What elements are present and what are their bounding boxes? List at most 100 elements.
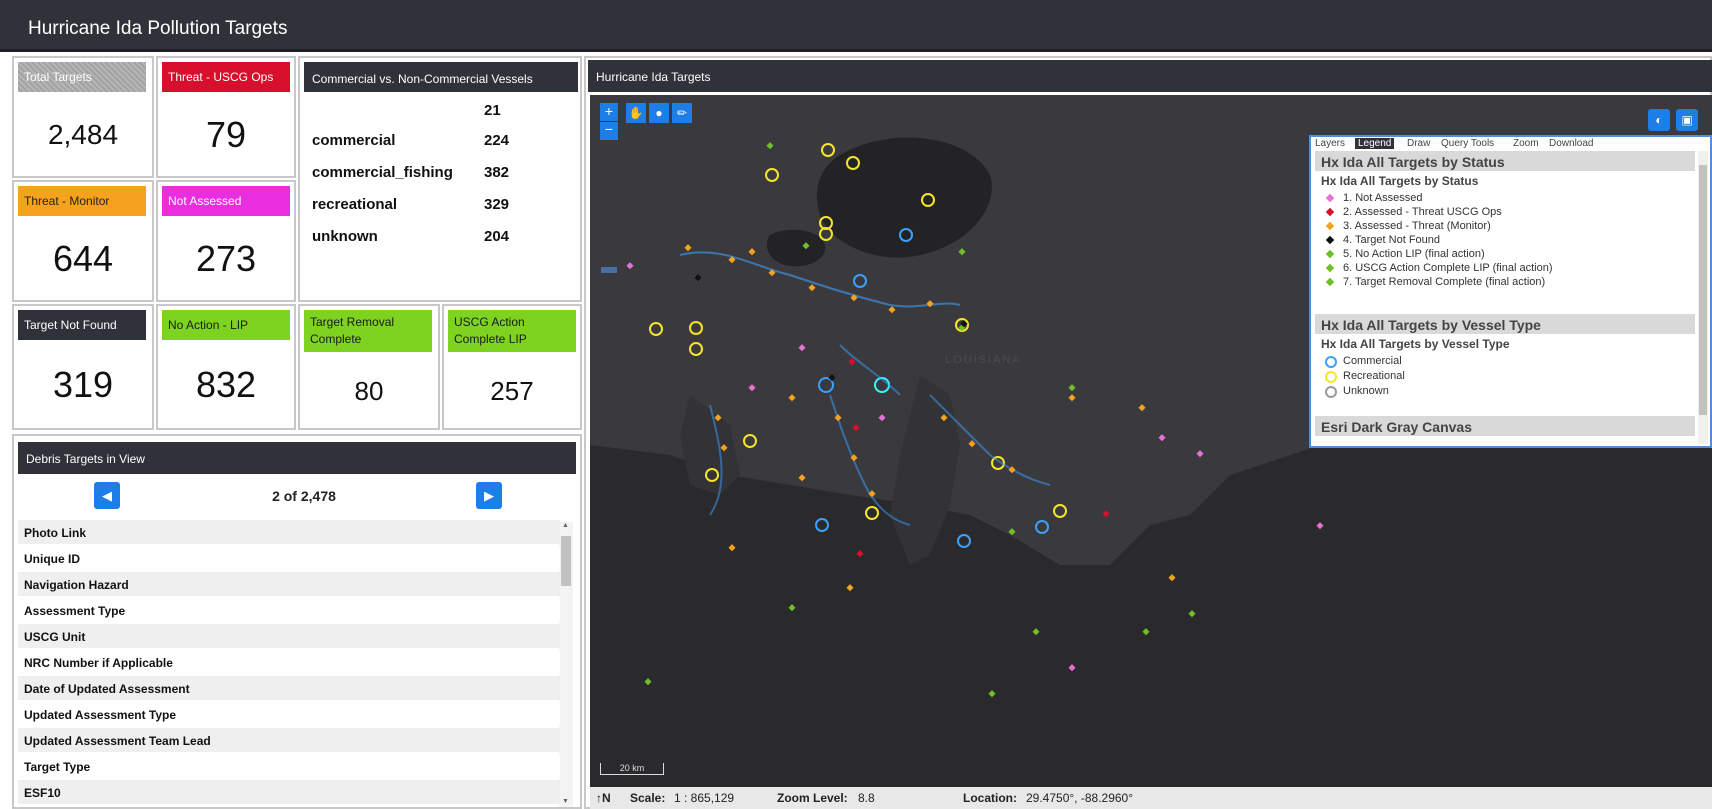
diamond-icon (1325, 263, 1335, 273)
legend-section-basemap[interactable]: Esri Dark Gray Canvas (1315, 416, 1695, 436)
diamond-icon (1325, 221, 1335, 231)
field-row: Updated Assessment Team Lead (18, 728, 560, 752)
pager-text: 2 of 2,478 (272, 488, 336, 504)
tile-value: 832 (195, 364, 257, 405)
field-row: Assessment Type (18, 598, 560, 622)
field-row: Date of Updated Assessment (18, 676, 560, 700)
vessel-count: 382 (484, 164, 510, 181)
tile-label: Not Assessed (162, 186, 290, 216)
tile-label: Threat - Monitor (18, 186, 146, 216)
tab-draw[interactable]: Draw (1407, 138, 1430, 149)
scale-label: Scale: (630, 791, 666, 805)
diamond-icon (1325, 235, 1335, 245)
field-row: Target Type (18, 754, 560, 778)
tile-value: 644 (52, 238, 114, 279)
chevron-left-icon: ◀ (102, 487, 112, 503)
vessels-panel-title: Commercial vs. Non-Commercial Vessels (304, 62, 578, 92)
tile-total-targets: Total Targets 2,484 (12, 56, 154, 178)
vessel-count: 204 (484, 228, 510, 245)
legend-item-label: Recreational (1343, 370, 1405, 382)
legend-item-label: 5. No Action LIP (final action) (1343, 248, 1485, 260)
debris-panel-title: Debris Targets in View (18, 442, 576, 474)
tile-label: Target Removal Complete (304, 310, 432, 352)
debris-fields-list: Photo Link Unique ID Navigation Hazard A… (18, 520, 572, 807)
tile-uscg-action-complete-lip: USCG Action Complete LIP 257 (442, 304, 582, 430)
zoom-value: 8.8 (858, 791, 875, 805)
app-title: Hurricane Ida Pollution Targets (28, 18, 288, 39)
tile-value: 79 (205, 114, 247, 155)
legend-item-label: Unknown (1343, 385, 1389, 397)
tile-value: 257 (490, 375, 534, 406)
app-title-bar: Hurricane Ida Pollution Targets (0, 0, 1712, 52)
legend-subtitle-vessel-type: Hx Ida All Targets by Vessel Type (1321, 337, 1510, 351)
pan-hand-icon[interactable]: ✋ (626, 103, 646, 123)
identify-icon[interactable]: ● (649, 103, 669, 123)
scrollbar-thumb[interactable] (1699, 165, 1707, 415)
legend-item-label: 2. Assessed - Threat USCG Ops (1343, 206, 1502, 218)
basemap-toggle-icon[interactable]: ◐ (1648, 109, 1670, 131)
tile-target-not-found: Target Not Found 319 (12, 304, 154, 430)
legend-section-vessel-type[interactable]: Hx Ida All Targets by Vessel Type (1315, 314, 1695, 334)
zoom-out-button[interactable]: − (600, 122, 618, 140)
tile-no-action-lip: No Action - LIP 832 (156, 304, 296, 430)
tile-label: USCG Action Complete LIP (448, 310, 576, 352)
field-row: Updated Assessment Type (18, 702, 560, 726)
fullscreen-icon[interactable]: ▣ (1676, 109, 1698, 131)
diamond-icon (1325, 277, 1335, 287)
diamond-icon (1325, 193, 1335, 203)
map-status-bar: ↑N Scale: 1 : 865,129 Zoom Level: 8.8 Lo… (590, 787, 1712, 809)
legend-section-status[interactable]: Hx Ida All Targets by Status (1315, 151, 1695, 171)
scale-bar: 20 km (600, 763, 664, 775)
tab-query-tools[interactable]: Query Tools (1441, 138, 1494, 149)
location-value: 29.4750°, -88.2960° (1026, 791, 1134, 805)
circle-icon (1325, 371, 1337, 383)
field-row: Navigation Hazard (18, 572, 560, 596)
tile-label: Target Not Found (18, 310, 146, 340)
zoom-label: Zoom Level: (777, 791, 848, 805)
vessel-count: 329 (484, 196, 510, 213)
scale-value: 1 : 865,129 (674, 791, 735, 805)
zoom-in-button[interactable]: + (600, 103, 618, 121)
field-row: USCG Unit (18, 624, 560, 648)
tile-value: 80 (354, 375, 384, 406)
north-arrow-icon: ↑N (596, 791, 611, 805)
legend-item-label: 4. Target Not Found (1343, 234, 1441, 246)
zoom-slider[interactable] (600, 147, 618, 315)
tile-value: 273 (195, 238, 257, 279)
scale-bar-label: 20 km (619, 763, 645, 773)
legend-item-label: 1. Not Assessed (1343, 192, 1423, 204)
measure-icon[interactable]: ✏ (672, 103, 692, 123)
vessel-count: 224 (484, 132, 510, 149)
tile-value: 2,484 (47, 119, 119, 150)
zoom-slider-handle[interactable] (601, 267, 617, 273)
legend-item-label: 7. Target Removal Complete (final action… (1343, 276, 1546, 288)
legend-panel[interactable]: Layers Legend Draw Query Tools Zoom Down… (1309, 135, 1712, 448)
tile-not-assessed: Not Assessed 273 (156, 180, 296, 302)
next-target-button[interactable]: ▶ (476, 482, 502, 509)
tab-legend[interactable]: Legend (1355, 138, 1395, 149)
tab-download[interactable]: Download (1549, 138, 1593, 149)
tile-threat-uscg-ops: Threat - USCG Ops 79 (156, 56, 296, 178)
legend-item-label: 3. Assessed - Threat (Monitor) (1343, 220, 1491, 232)
vessel-label: commercial (312, 132, 396, 149)
legend-item-label: Commercial (1343, 355, 1402, 367)
tile-label: No Action - LIP (162, 310, 290, 340)
location-label: Location: (963, 791, 1017, 805)
legend-scrollbar[interactable] (1698, 151, 1708, 444)
field-row: NRC Number if Applicable (18, 650, 560, 674)
prev-target-button[interactable]: ◀ (94, 482, 120, 509)
tab-zoom[interactable]: Zoom (1513, 138, 1539, 149)
map-watermark: LOUISIANA (945, 354, 1022, 366)
tab-layers[interactable]: Layers (1315, 138, 1345, 149)
vessel-label: recreational (312, 196, 398, 213)
field-row: ESF10 (18, 780, 560, 804)
tile-value: 319 (52, 364, 114, 405)
circle-icon (1325, 386, 1337, 398)
chevron-right-icon: ▶ (484, 487, 494, 503)
legend-tabs: Layers Legend Draw Query Tools Zoom Down… (1311, 137, 1710, 151)
diamond-icon (1325, 249, 1335, 259)
field-row: Unique ID (18, 546, 560, 570)
circle-icon (1325, 356, 1337, 368)
tile-label: Total Targets (18, 62, 146, 92)
field-row: Photo Link (18, 520, 560, 544)
